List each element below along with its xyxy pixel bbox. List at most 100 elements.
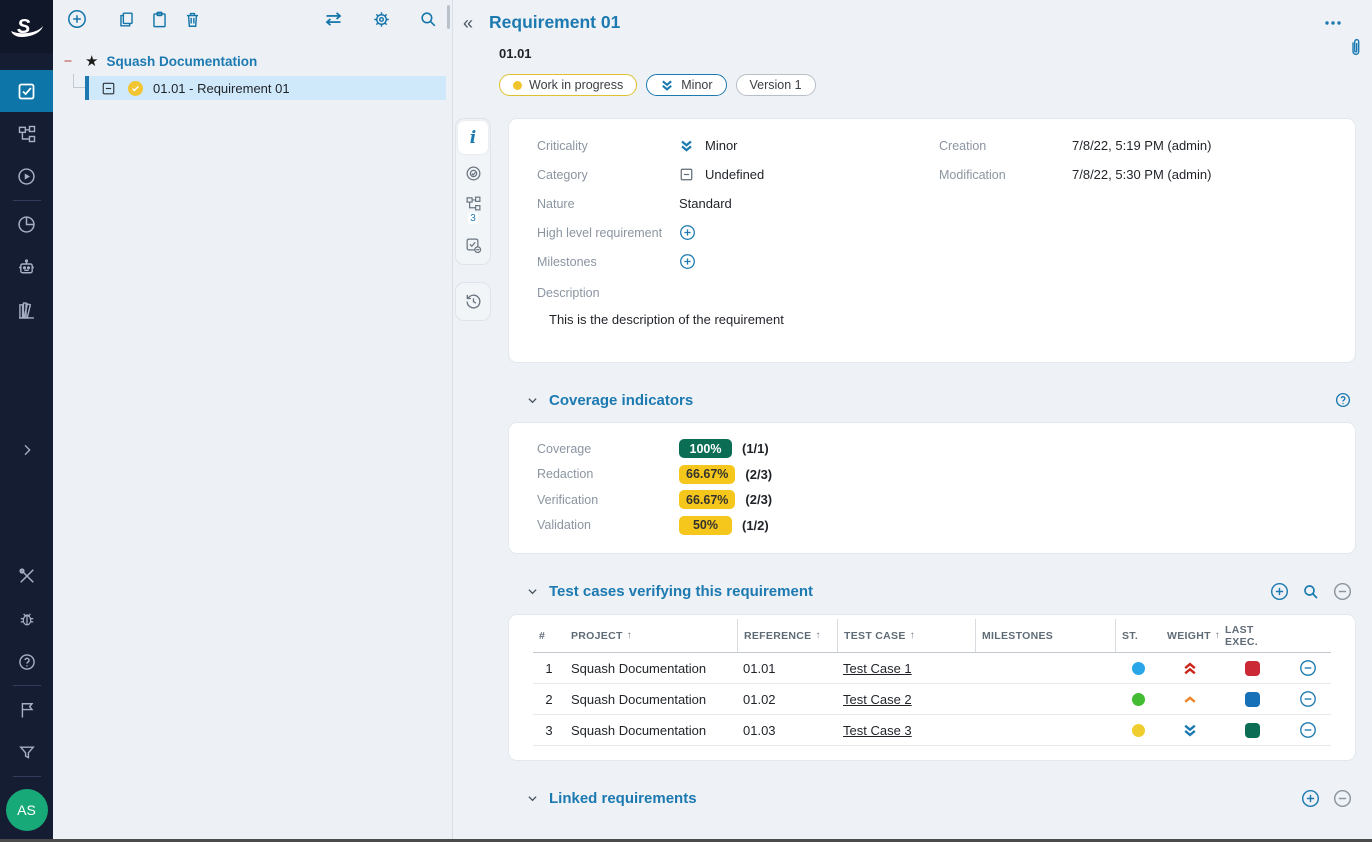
requirement-node-label: 01.01 - Requirement 01 [153, 81, 290, 96]
collapse-panel-button[interactable]: « [463, 14, 473, 32]
main-panel: « Requirement 01 01.01 Work in progress … [453, 0, 1372, 839]
settings-gear-button[interactable] [372, 10, 391, 29]
add-circle-icon[interactable] [1301, 789, 1320, 808]
test-case-link[interactable]: Test Case 1 [843, 661, 912, 676]
rail-item-issues[interactable] [0, 597, 53, 640]
project-label: Squash Documentation [106, 54, 257, 69]
tab-information[interactable]: i [458, 121, 488, 154]
criticality-badge[interactable]: Minor [646, 74, 726, 96]
coverage-row-label: Redaction [537, 467, 679, 481]
coverage-row-label: Validation [537, 518, 679, 532]
column-test-case[interactable]: TEST CASE↑ [837, 619, 975, 652]
add-circle-icon[interactable] [679, 253, 705, 270]
chevron-down-icon[interactable] [526, 792, 539, 805]
coverage-section-title: Coverage indicators [549, 392, 693, 409]
column-weight[interactable]: WEIGHT↑ [1161, 619, 1219, 652]
version-badge-label: Version 1 [750, 78, 802, 92]
last-exec-status-icon [1245, 692, 1260, 707]
rail-divider [13, 776, 41, 777]
more-options-button[interactable] [1324, 20, 1342, 26]
tab-history[interactable] [458, 285, 488, 318]
add-circle-icon[interactable] [1270, 582, 1289, 601]
column-num: # [533, 619, 565, 652]
delete-button[interactable] [183, 10, 202, 29]
robot-icon [16, 257, 37, 278]
last-exec-status-icon [1245, 723, 1260, 738]
version-badge[interactable]: Version 1 [736, 74, 816, 96]
add-node-button[interactable] [67, 9, 87, 29]
row-milestones [975, 653, 1115, 683]
help-circle-icon [17, 652, 37, 672]
status-badge[interactable]: Work in progress [499, 74, 637, 96]
tree-toolbar-right [323, 10, 438, 29]
modification-label: Modification [939, 168, 1072, 182]
square-minus-icon [679, 167, 705, 182]
tree-root-project[interactable]: ★ Squash Documentation [53, 48, 452, 74]
unlink-button[interactable] [1285, 653, 1331, 683]
info-icon: i [470, 128, 476, 148]
weight-high-icon [1161, 684, 1219, 714]
row-project: Squash Documentation [565, 715, 737, 745]
field-modification: Modification 7/8/22, 5:30 PM (admin) [939, 160, 1211, 189]
table-header-row: # PROJECT↑ REFERENCE↑ TEST CASE↑ MILESTO… [533, 619, 1331, 653]
collapse-circle-icon[interactable] [1333, 789, 1352, 808]
rail-item-test-cases[interactable] [0, 112, 53, 155]
coverage-row: Verification 66.67% (2/3) [537, 487, 1327, 513]
rail-item-administration[interactable] [0, 554, 53, 597]
unlink-button[interactable] [1285, 715, 1331, 745]
search-icon[interactable] [1302, 583, 1320, 601]
rail-item-requirements[interactable] [0, 70, 53, 112]
column-reference[interactable]: REFERENCE↑ [737, 619, 837, 652]
search-button[interactable] [419, 10, 438, 29]
sort-asc-icon: ↑ [627, 630, 632, 641]
help-circle-icon[interactable] [1334, 391, 1352, 409]
tree-scrollbar[interactable] [447, 5, 450, 29]
tab-coverage-stats[interactable] [458, 157, 488, 190]
criticality-value[interactable]: Minor [705, 138, 738, 153]
creation-label: Creation [939, 139, 1072, 153]
collapse-toggle-icon[interactable] [61, 56, 75, 66]
left-rail: S [0, 0, 53, 839]
badges-row: Work in progress Minor Version 1 [499, 74, 1356, 96]
swap-horizontal-button[interactable] [323, 10, 344, 28]
tab-executions[interactable] [458, 229, 488, 262]
chevron-down-icon[interactable] [526, 394, 539, 407]
play-circle-icon [16, 166, 37, 187]
rail-item-campaigns[interactable] [0, 155, 53, 198]
history-clock-icon [464, 292, 483, 311]
expander-minus-icon[interactable] [101, 81, 116, 96]
coverage-percent-badge: 100% [679, 439, 732, 458]
attachments-button[interactable] [1347, 36, 1364, 60]
unlink-button[interactable] [1285, 684, 1331, 714]
column-project[interactable]: PROJECT↑ [565, 619, 737, 652]
tabgroup-history [455, 282, 491, 321]
rail-item-milestones[interactable] [0, 688, 53, 731]
squash-logo[interactable]: S [0, 0, 53, 53]
rail-expand-chevron[interactable] [0, 428, 53, 471]
collapse-circle-icon[interactable] [1333, 582, 1352, 601]
test-case-link[interactable]: Test Case 2 [843, 692, 912, 707]
double-chevron-down-icon [660, 79, 674, 92]
copy-button[interactable] [117, 10, 136, 29]
rail-item-documentation[interactable] [0, 289, 53, 332]
tab-verifying-test-cases[interactable]: 3 [458, 193, 488, 226]
rail-item-filter[interactable] [0, 731, 53, 774]
column-status[interactable]: ST. [1115, 619, 1161, 652]
modification-value: 7/8/22, 5:30 PM (admin) [1072, 167, 1211, 182]
rail-item-automation[interactable] [0, 246, 53, 289]
rail-item-help[interactable] [0, 640, 53, 683]
add-circle-icon[interactable] [679, 224, 705, 241]
weight-very-high-icon [1161, 653, 1219, 683]
coverage-count: (2/3) [745, 467, 772, 482]
test-case-link[interactable]: Test Case 3 [843, 723, 912, 738]
user-avatar[interactable]: AS [6, 789, 48, 831]
column-last-exec[interactable]: LAST EXEC. [1219, 619, 1285, 652]
chevron-down-icon[interactable] [526, 585, 539, 598]
paste-button[interactable] [150, 10, 169, 29]
category-value[interactable]: Undefined [705, 167, 764, 182]
tree-node-requirement[interactable]: 01.01 - Requirement 01 [85, 76, 446, 100]
column-milestones[interactable]: MILESTONES [975, 619, 1115, 652]
description-text[interactable]: This is the description of the requireme… [549, 312, 1327, 327]
nature-value[interactable]: Standard [679, 196, 732, 211]
rail-item-reporting[interactable] [0, 203, 53, 246]
